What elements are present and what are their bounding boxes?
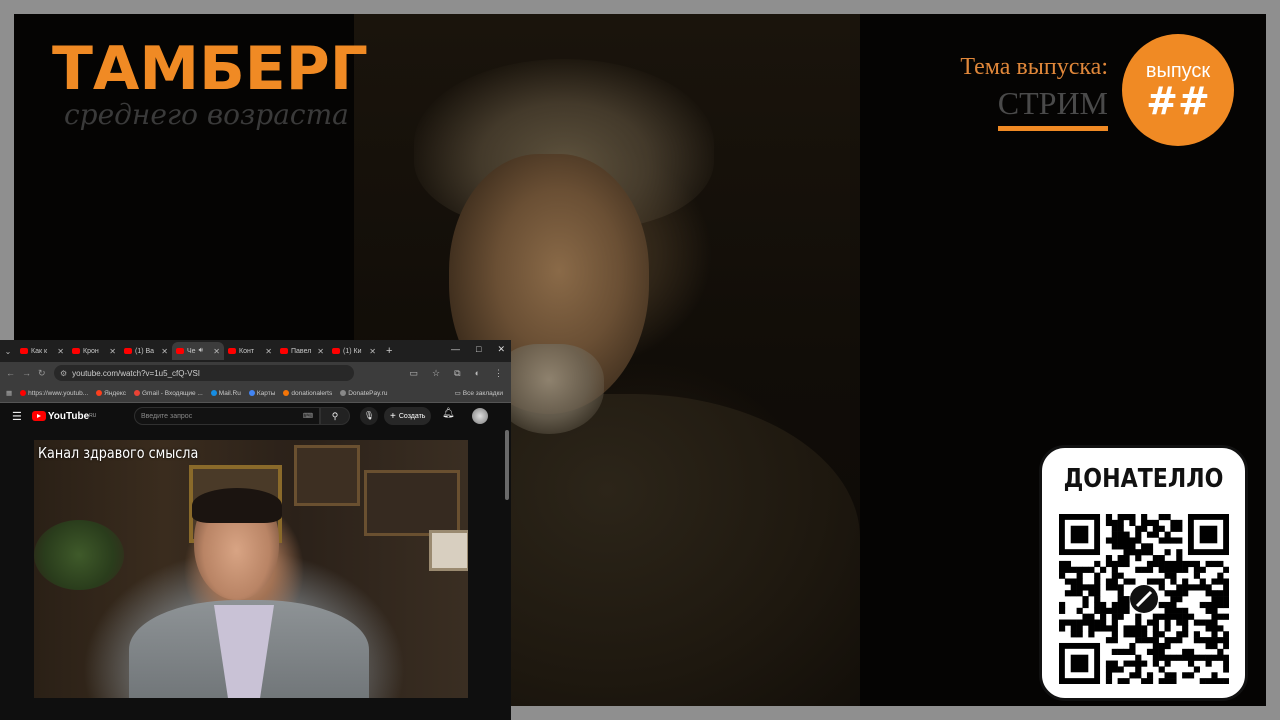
notifications-bell-icon[interactable]: 🔔︎ xyxy=(442,408,455,419)
all-bookmarks[interactable]: ▭ Все закладки xyxy=(454,389,503,398)
url-input[interactable]: ⚙ youtube.com/watch?v=1u5_cfQ-VSI xyxy=(54,365,354,381)
browser-tab[interactable]: (1) Ки ✕ xyxy=(328,342,380,360)
youtube-page: Канал здравого смысла xyxy=(0,428,511,720)
voice-search-icon[interactable]: 🎙︎ xyxy=(360,407,378,425)
plus-icon: + xyxy=(390,410,396,422)
bookmark-favicon-icon xyxy=(248,390,255,396)
hamburger-menu-icon[interactable]: ☰ xyxy=(12,410,22,423)
search-icon: ⚲ xyxy=(331,411,339,421)
audio-icon[interactable]: 🔊︎ xyxy=(199,347,203,355)
youtube-icon xyxy=(280,348,288,354)
bookmark-star-icon[interactable]: ☆ xyxy=(432,368,440,379)
browser-tab[interactable]: Как к ✕ xyxy=(16,342,68,360)
cast-icon[interactable]: ▭ xyxy=(410,368,419,379)
tab-bar: ⌄ Как к ✕ Крон ✕ (1) Ва ✕ Че 🔊︎ ✕ Конт ✕ Павел ✕ (1) … xyxy=(0,340,511,362)
brand-title: ТАМБЕРГ xyxy=(52,34,368,104)
browser-tab[interactable]: Крон ✕ xyxy=(68,342,120,360)
youtube-icon xyxy=(332,348,340,354)
minimize-button[interactable]: — xyxy=(451,344,460,355)
browser-window: ⌄ Как к ✕ Крон ✕ (1) Ва ✕ Че 🔊︎ ✕ Конт ✕ Павел ✕ (1) … xyxy=(0,340,511,720)
youtube-icon xyxy=(228,348,236,354)
close-window-button[interactable]: ✕ xyxy=(497,344,505,355)
bookmark-item[interactable]: Gmail - Входящие ... xyxy=(134,390,203,397)
close-tab-icon[interactable]: ✕ xyxy=(369,347,376,356)
close-tab-icon[interactable]: ✕ xyxy=(109,347,116,356)
avatar[interactable] xyxy=(472,408,488,424)
youtube-icon xyxy=(72,348,80,354)
episode-topic: Тема выпуска: СТРИМ xyxy=(960,54,1108,131)
close-tab-icon[interactable]: ✕ xyxy=(265,347,272,356)
apps-icon[interactable]: ▦ xyxy=(6,389,12,397)
extensions-icon[interactable]: ⧉ xyxy=(454,368,460,379)
bookmark-item[interactable]: donationalerts xyxy=(283,390,332,397)
youtube-logo[interactable]: YouTube RU xyxy=(31,411,96,422)
site-info-icon[interactable]: ⚙ xyxy=(60,369,67,378)
bookmark-favicon-icon xyxy=(134,390,140,396)
menu-dots-icon[interactable]: ⋮ xyxy=(494,368,503,379)
maximize-button[interactable]: □ xyxy=(476,344,481,355)
search-input[interactable]: Введите запрос ⌨ xyxy=(134,407,320,425)
forward-icon[interactable]: → xyxy=(22,368,32,378)
topic-label: Тема выпуска: xyxy=(960,54,1108,80)
search-button[interactable]: ⚲ xyxy=(320,407,350,425)
reload-icon[interactable]: ↻ xyxy=(38,368,48,379)
bookmark-favicon-icon xyxy=(340,390,347,396)
bookmark-item[interactable]: Карты xyxy=(248,390,275,397)
episode-badge: выпуск ## xyxy=(1122,34,1234,146)
bookmark-item[interactable]: DonatePay.ru xyxy=(340,390,387,397)
youtube-play-icon xyxy=(31,411,46,421)
brand-subtitle: среднего возраста xyxy=(64,98,349,131)
close-tab-icon[interactable]: ✕ xyxy=(317,347,324,356)
bookmarks-bar: ▦ https://www.youtub... Яндекс Gmail - Вхо… xyxy=(0,384,511,403)
close-tab-icon[interactable]: ✕ xyxy=(161,347,168,356)
brand-logo: ТАМБЕРГ среднего возраста xyxy=(52,36,368,131)
bookmark-favicon-icon xyxy=(20,390,27,396)
profile-icon[interactable]: ◐ xyxy=(475,368,480,379)
folder-icon: ▭ xyxy=(454,390,461,397)
bookmark-favicon-icon xyxy=(96,390,103,396)
create-button[interactable]: + Создать xyxy=(384,407,432,425)
bookmark-favicon-icon xyxy=(283,390,290,396)
browser-tab[interactable]: Конт ✕ xyxy=(224,342,276,360)
address-bar: ← → ↻ ⚙ youtube.com/watch?v=1u5_cfQ-VSI … xyxy=(0,362,511,384)
youtube-icon xyxy=(124,348,132,354)
bookmark-item[interactable]: Яндекс xyxy=(96,390,126,397)
badge-number: ## xyxy=(1146,79,1210,123)
video-watermark-caption: Канал здравого смысла xyxy=(38,444,199,462)
browser-tab[interactable]: Павел ✕ xyxy=(276,342,328,360)
youtube-header: ☰ YouTube RU Введите запрос ⌨ ⚲ 🎙︎ + Соз… xyxy=(0,403,511,429)
bookmark-item[interactable]: Mail.Ru xyxy=(210,390,241,397)
close-tab-icon[interactable]: ✕ xyxy=(213,347,220,356)
youtube-icon xyxy=(176,348,184,354)
youtube-icon xyxy=(20,348,28,354)
keyboard-icon[interactable]: ⌨ xyxy=(303,412,313,420)
back-icon[interactable]: ← xyxy=(6,368,16,378)
browser-tab[interactable]: Че 🔊︎ ✕ xyxy=(172,342,224,360)
scrollbar[interactable] xyxy=(505,430,509,500)
qr-code-icon xyxy=(1059,514,1229,684)
bookmark-favicon-icon xyxy=(210,390,217,396)
close-tab-icon[interactable]: ✕ xyxy=(57,347,64,356)
video-player[interactable]: Канал здравого смысла xyxy=(34,440,468,698)
topic-value: СТРИМ xyxy=(997,85,1108,131)
bookmark-item[interactable]: https://www.youtub... xyxy=(20,390,88,397)
new-tab-button[interactable]: + xyxy=(386,345,392,357)
tab-search-icon[interactable]: ⌄ xyxy=(0,347,16,356)
donate-qr-card: ДОНАТЕЛЛО xyxy=(1039,445,1248,701)
browser-tab[interactable]: (1) Ва ✕ xyxy=(120,342,172,360)
url-text: youtube.com/watch?v=1u5_cfQ-VSI xyxy=(72,368,201,378)
donate-title: ДОНАТЕЛЛО xyxy=(1063,464,1224,494)
